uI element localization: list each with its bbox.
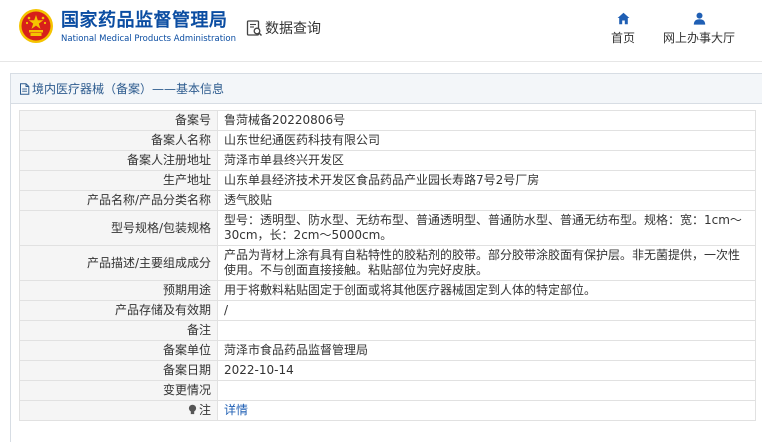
site-header: 国家药品监督管理局 National Medical Products Admi… xyxy=(0,0,762,62)
nav-online-office[interactable]: 网上办事大厅 xyxy=(656,12,742,46)
field-value-cell: 详情 xyxy=(217,400,756,421)
table-row: 生产地址 山东单县经济技术开发区食品药品产业园长寿路7号2号厂房 xyxy=(19,170,756,191)
panel-title-bar: 境内医疗器械（备案）——基本信息 xyxy=(11,74,762,104)
field-value: / xyxy=(217,300,756,321)
field-label: 备案号 xyxy=(19,110,218,131)
table-row: 产品描述/主要组成成分 产品为背材上涂有具有自粘特性的胶粘剂的胶带。部分胶带涂胶… xyxy=(19,245,756,281)
table-row: 型号规格/包装规格 型号：透明型、防水型、无纺布型、普通透明型、普通防水型、普通… xyxy=(19,210,756,246)
field-value: 山东世纪通医药科技有限公司 xyxy=(217,130,756,151)
field-label: 备案人名称 xyxy=(19,130,218,151)
field-label: 产品描述/主要组成成分 xyxy=(19,245,218,281)
field-label: 型号规格/包装规格 xyxy=(19,210,218,246)
table-row: 预期用途 用于将敷料粘贴固定于创面或将其他医疗器械固定到人体的特定部位。 xyxy=(19,280,756,301)
field-label: 产品名称/产品分类名称 xyxy=(19,190,218,211)
field-value: 菏泽市单县终兴开发区 xyxy=(217,150,756,171)
field-label: 变更情况 xyxy=(19,380,218,401)
field-label: 注 xyxy=(198,403,211,417)
table-row: 注 详情 xyxy=(19,400,756,421)
field-value xyxy=(217,320,756,341)
document-icon xyxy=(20,82,30,95)
data-query-label: 数据查询 xyxy=(265,21,321,37)
user-icon xyxy=(693,12,705,25)
org-name-cn: 国家药品监督管理局 xyxy=(61,10,228,31)
table-row: 备案单位 菏泽市食品药品监督管理局 xyxy=(19,340,756,361)
field-value: 用于将敷料粘贴固定于创面或将其他医疗器械固定到人体的特定部位。 xyxy=(217,280,756,301)
field-label: 预期用途 xyxy=(19,280,218,301)
nav-home[interactable]: 首页 xyxy=(604,12,642,46)
bulb-icon xyxy=(188,404,197,415)
table-row: 备注 xyxy=(19,320,756,341)
field-value: 菏泽市食品药品监督管理局 xyxy=(217,340,756,361)
panel-title: 境内医疗器械（备案）——基本信息 xyxy=(32,82,225,96)
home-icon xyxy=(617,12,629,25)
nav-online-office-label: 网上办事大厅 xyxy=(662,31,735,45)
data-query-link[interactable]: 数据查询 xyxy=(246,18,321,38)
field-value: 透气胶贴 xyxy=(217,190,756,211)
table-row: 产品名称/产品分类名称 透气胶贴 xyxy=(19,190,756,211)
table-row: 变更情况 xyxy=(19,380,756,401)
field-label: 产品存储及有效期 xyxy=(19,300,218,321)
field-label: 生产地址 xyxy=(19,170,218,191)
field-label: 备案人注册地址 xyxy=(19,150,218,171)
table-row: 备案号 鲁菏械备20220806号 xyxy=(19,110,756,131)
basic-info-panel: 境内医疗器械（备案）——基本信息 备案号 鲁菏械备20220806号 备案人名称… xyxy=(10,73,762,442)
org-name-en: National Medical Products Administration xyxy=(61,34,236,44)
record-table: 备案号 鲁菏械备20220806号 备案人名称 山东世纪通医药科技有限公司 备案… xyxy=(19,110,756,421)
table-row: 产品存储及有效期 / xyxy=(19,300,756,321)
field-label: 备注 xyxy=(19,320,218,341)
field-value xyxy=(217,380,756,401)
data-query-icon xyxy=(246,19,262,36)
field-value: 山东单县经济技术开发区食品药品产业园长寿路7号2号厂房 xyxy=(217,170,756,191)
table-row: 备案人注册地址 菏泽市单县终兴开发区 xyxy=(19,150,756,171)
field-value: 产品为背材上涂有具有自粘特性的胶粘剂的胶带。部分胶带涂胶面有保护层。非无菌提供，… xyxy=(217,245,756,281)
national-emblem-icon xyxy=(19,9,53,43)
field-value: 2022-10-14 xyxy=(217,360,756,381)
field-label: 备案单位 xyxy=(19,340,218,361)
details-link[interactable]: 详情 xyxy=(224,403,248,417)
field-value: 鲁菏械备20220806号 xyxy=(217,110,756,131)
nav-home-label: 首页 xyxy=(610,31,635,45)
remark-label-cell: 注 xyxy=(19,400,218,421)
table-row: 备案日期 2022-10-14 xyxy=(19,360,756,381)
table-row: 备案人名称 山东世纪通医药科技有限公司 xyxy=(19,130,756,151)
field-value: 型号：透明型、防水型、无纺布型、普通透明型、普通防水型、普通无纺布型。规格：宽：… xyxy=(217,210,756,246)
field-label: 备案日期 xyxy=(19,360,218,381)
